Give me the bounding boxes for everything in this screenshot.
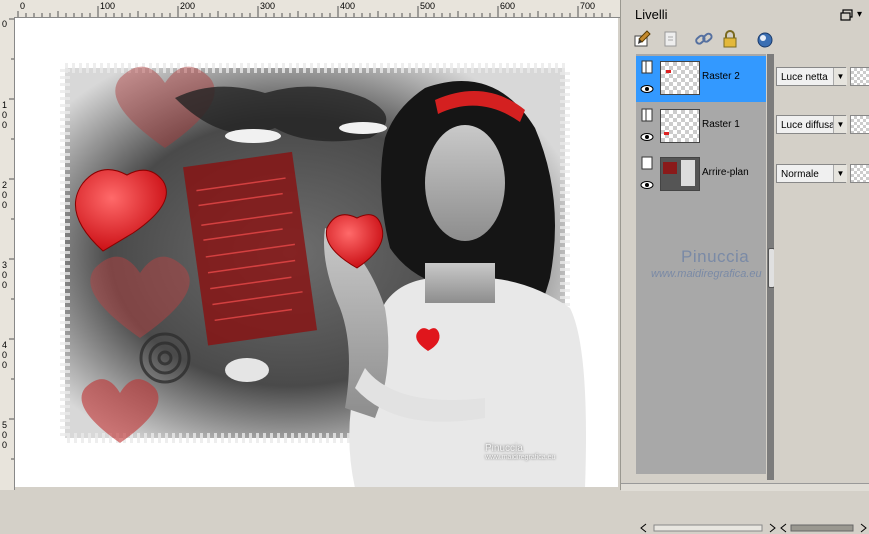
link-icon[interactable] xyxy=(693,28,715,50)
layer-row-arrire-plan[interactable]: Arrire-plan xyxy=(636,152,766,198)
blend-mode-select[interactable]: Luce netta ▼ xyxy=(776,67,847,86)
opacity-slider[interactable] xyxy=(850,164,869,183)
ruler-label: 0 xyxy=(20,1,26,11)
layer-thumbnail xyxy=(660,109,700,143)
ruler-label: 700 xyxy=(580,1,596,11)
layer-controls xyxy=(638,107,656,147)
layer-group-icon[interactable] xyxy=(640,60,654,74)
ruler-label: 0 xyxy=(2,280,8,290)
ruler-label: 300 xyxy=(260,1,276,11)
ruler-label: 0 xyxy=(2,19,8,29)
layer-group-icon[interactable] xyxy=(640,108,654,122)
ruler-label: 0 xyxy=(2,190,8,200)
layer-controls xyxy=(638,155,656,195)
ruler-label: 0 xyxy=(2,120,8,130)
layers-panel: Livelli ▾ Raster 2 Raster 1 Arrire-plan … xyxy=(620,0,869,534)
new-layer-icon[interactable] xyxy=(659,28,681,50)
image-canvas[interactable]: Pinuccia www.maidiregrafica.eu xyxy=(15,18,618,487)
paintbrush-icon[interactable] xyxy=(631,28,653,50)
ruler-label: 4 xyxy=(2,340,8,350)
chevron-down-icon[interactable]: ▼ xyxy=(833,68,847,85)
layer-row-raster-2[interactable]: Raster 2 xyxy=(636,56,766,102)
blend-mode-select[interactable]: Normale ▼ xyxy=(776,164,847,183)
lock-icon[interactable] xyxy=(719,28,741,50)
ruler-label: 5 xyxy=(2,420,8,430)
blend-mode-value: Luce netta xyxy=(781,72,828,83)
restore-window-icon[interactable] xyxy=(840,9,854,21)
layer-icon[interactable] xyxy=(640,156,654,170)
horizontal-scrollbar[interactable] xyxy=(779,522,869,534)
horizontal-scrollbar[interactable] xyxy=(638,522,778,534)
ruler-label: 0 xyxy=(2,440,8,450)
ruler-label: 200 xyxy=(180,1,196,11)
ruler-ticks xyxy=(17,6,611,17)
blend-mode-value: Normale xyxy=(781,169,819,180)
layer-thumbnail xyxy=(660,61,700,95)
eye-icon[interactable] xyxy=(640,84,654,94)
ruler-label: 600 xyxy=(500,1,516,11)
ruler-label: 0 xyxy=(2,350,8,360)
artwork xyxy=(60,63,586,487)
ruler-label: 0 xyxy=(2,360,8,370)
layer-controls xyxy=(638,59,656,99)
ruler-label: 400 xyxy=(340,1,356,11)
watermark-name: Pinuccia xyxy=(681,247,750,266)
panel-title: Livelli xyxy=(635,7,668,22)
blend-mode-select[interactable]: Luce diffusa ▼ xyxy=(776,115,847,134)
layer-name: Raster 1 xyxy=(702,119,740,130)
opacity-slider[interactable] xyxy=(850,67,869,86)
ruler-label: 2 xyxy=(2,180,8,190)
ruler-label: 1 xyxy=(2,100,8,110)
ruler-label: 0 xyxy=(2,430,8,440)
canvas-watermark-name: Pinuccia xyxy=(485,443,523,454)
ruler-label: 100 xyxy=(100,1,116,11)
layer-thumbnail xyxy=(660,157,700,191)
ruler-label: 3 xyxy=(2,260,8,270)
ruler-label: 0 xyxy=(2,270,8,280)
layer-row-raster-1[interactable]: Raster 1 xyxy=(636,104,766,150)
canvas-watermark: Pinuccia www.maidiregrafica.eu xyxy=(485,443,555,461)
horizontal-ruler: 0 100 200 300 400 500 600 700 xyxy=(0,0,620,18)
mask-icon[interactable] xyxy=(753,28,775,50)
layer-name: Arrire-plan xyxy=(702,167,749,178)
ruler-label: 0 xyxy=(2,110,8,120)
blend-mode-value: Luce diffusa xyxy=(781,120,835,131)
blend-mode-column: Luce netta ▼ Luce diffusa ▼ Normale ▼ xyxy=(774,54,869,534)
vertical-ruler: 0 1 0 0 2 0 0 3 0 0 4 0 0 5 0 0 xyxy=(0,17,15,490)
panel-menu-dropdown[interactable]: ▾ xyxy=(857,9,862,20)
canvas-watermark-url: www.maidiregrafica.eu xyxy=(485,454,556,461)
watermark-url: www.maidiregrafica.eu xyxy=(651,268,762,280)
eye-icon[interactable] xyxy=(640,180,654,190)
ruler-label: 0 xyxy=(2,200,8,210)
chevron-down-icon[interactable]: ▼ xyxy=(833,116,847,133)
ruler-label: 500 xyxy=(420,1,436,11)
opacity-slider[interactable] xyxy=(850,115,869,134)
chevron-down-icon[interactable]: ▼ xyxy=(833,165,847,182)
eye-icon[interactable] xyxy=(640,132,654,142)
layer-name: Raster 2 xyxy=(702,71,740,82)
